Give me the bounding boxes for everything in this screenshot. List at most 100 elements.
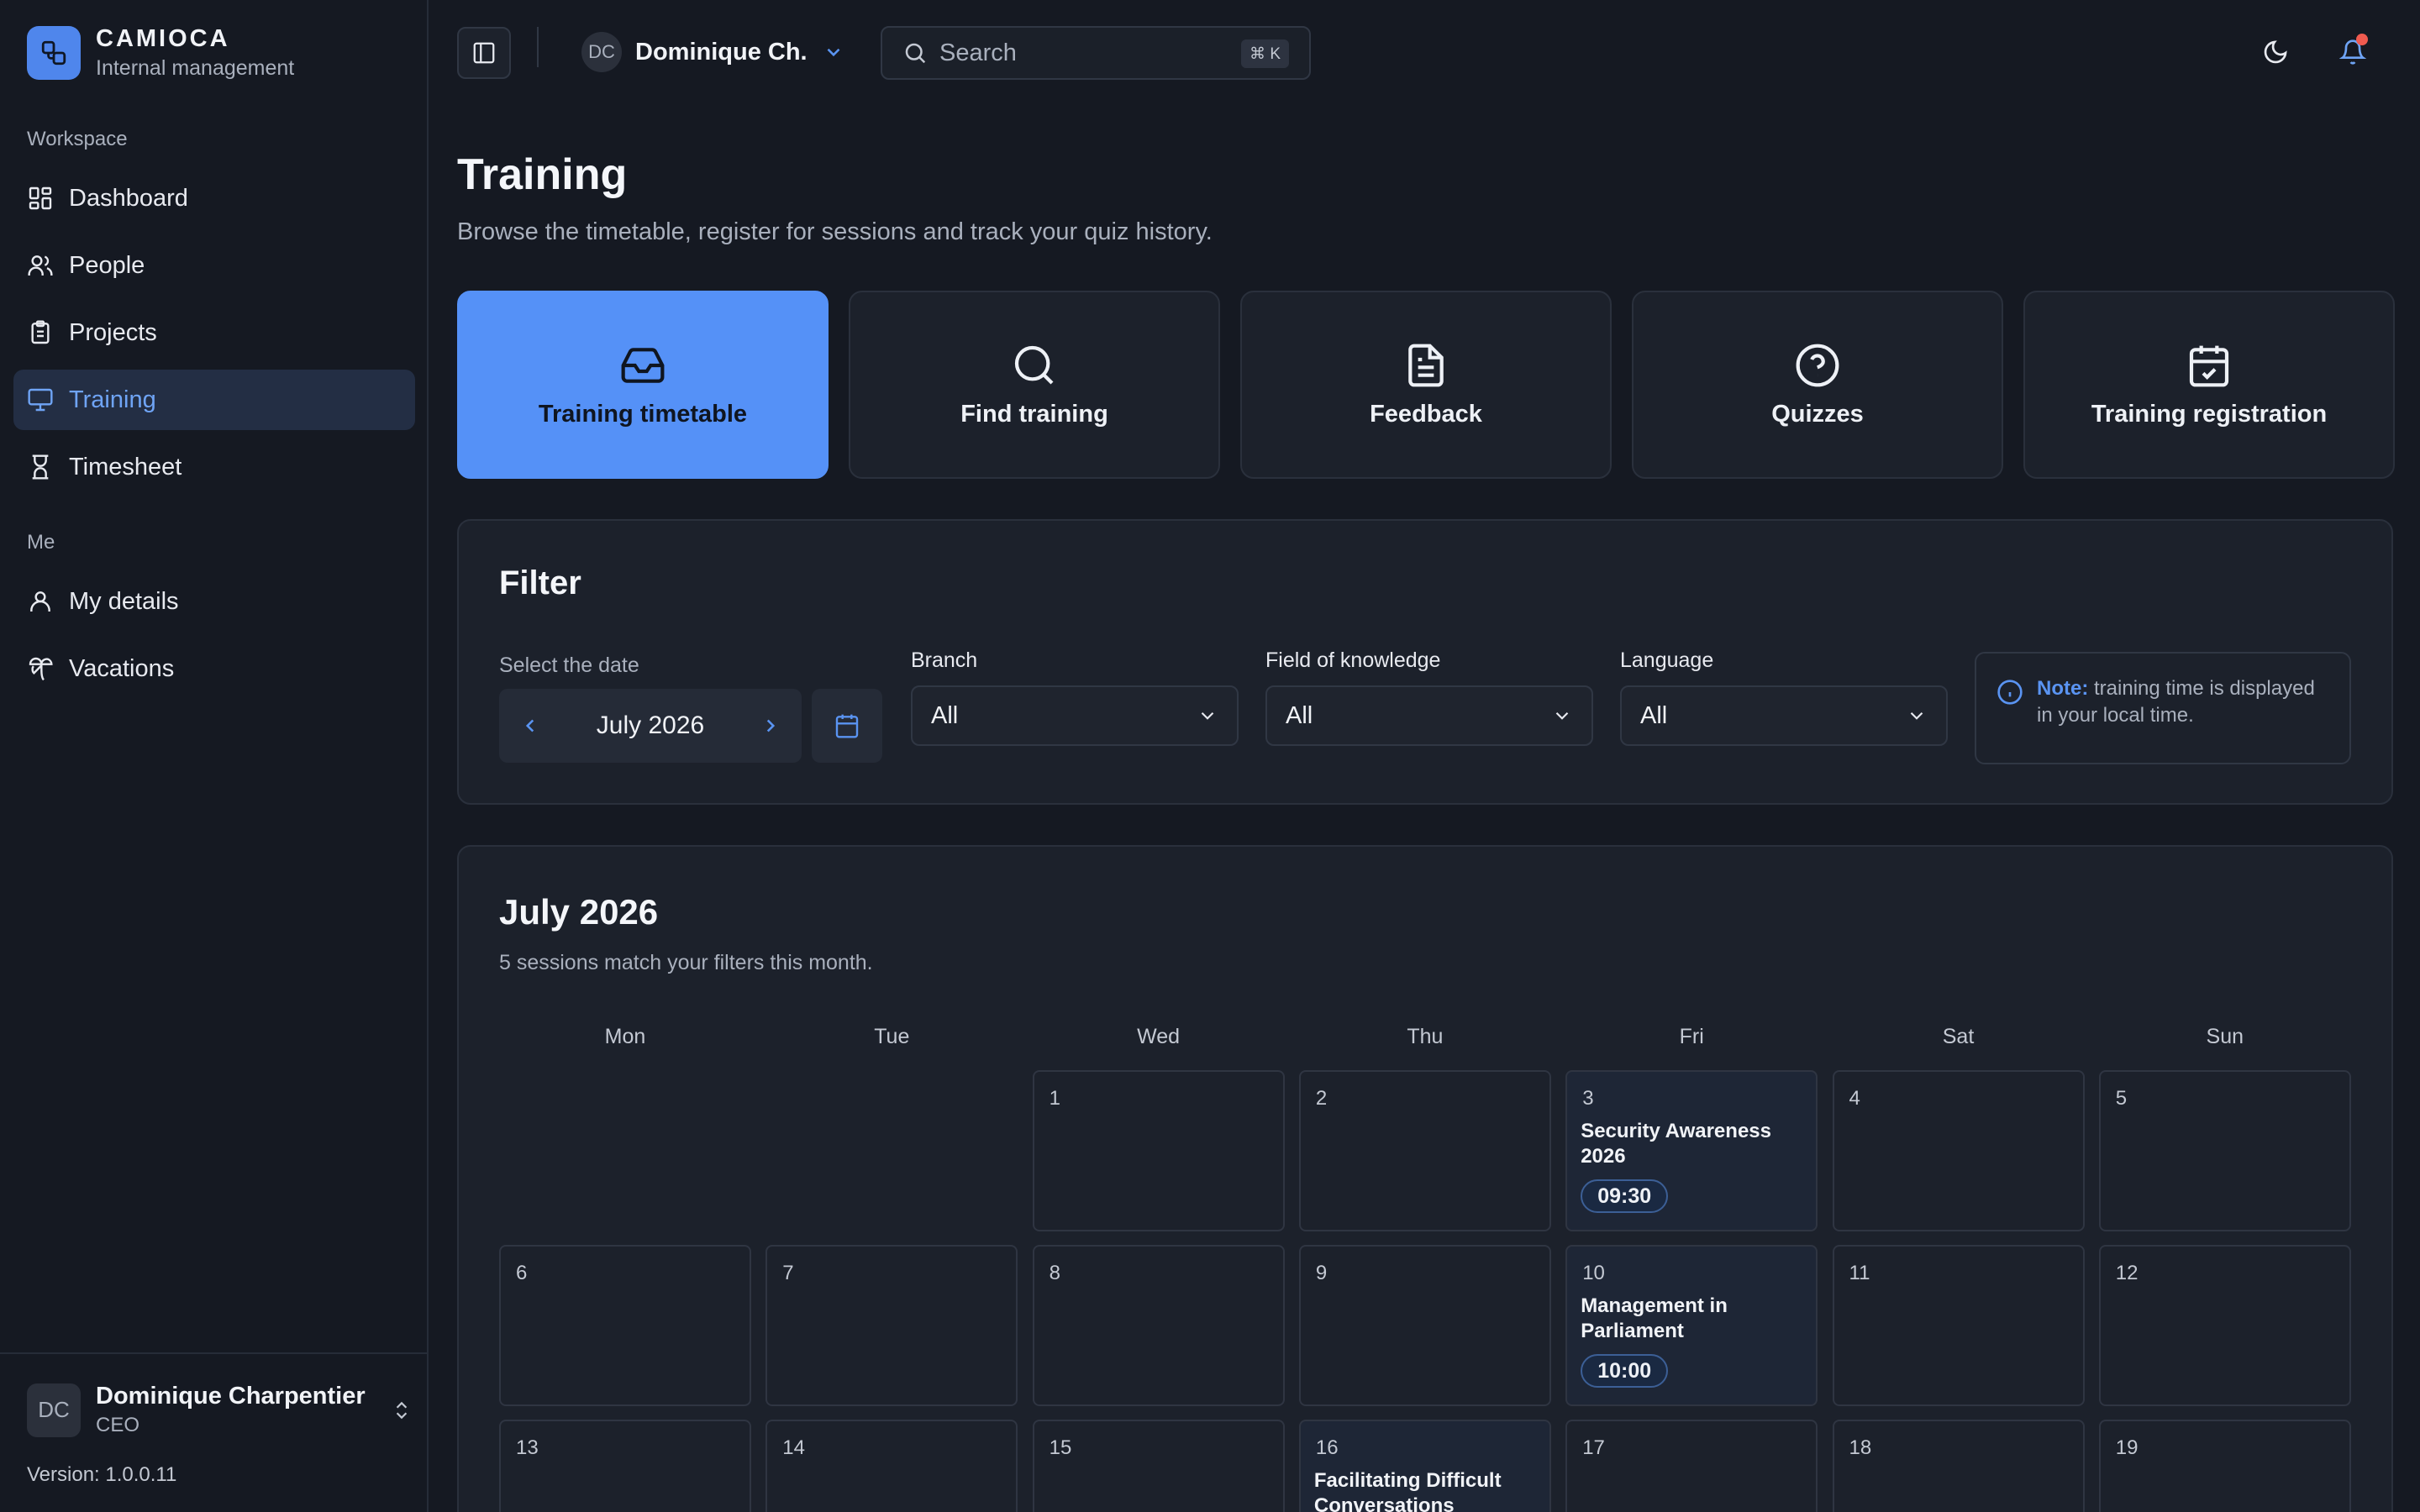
sidebar-item-my-details[interactable]: My details [13,571,415,632]
sidebar-user-card[interactable]: DC Dominique Charpentier CEO [27,1383,413,1437]
brand-name: CAMIOCA [96,25,230,52]
calendar-day[interactable]: 7 [765,1245,1018,1406]
search-input[interactable]: Search ⌘ K [881,26,1311,80]
search-icon [905,43,926,64]
session-title[interactable]: Security Awareness 2026 [1581,1119,1806,1169]
day-number: 7 [782,1262,794,1284]
clipboard-icon [31,320,50,344]
weekday-header: Fri [1679,1025,1704,1048]
calendar-day[interactable]: 11 [1832,1245,2085,1406]
info-icon [1997,680,2023,705]
weekday-header: Wed [1137,1025,1181,1048]
moon-icon [2264,40,2287,64]
calendar-day[interactable]: 8 [1032,1245,1285,1406]
sidebar: CAMIOCA Internal management Workspace Da… [0,0,429,1512]
notifications-button[interactable] [2333,32,2373,72]
toggle-sidebar-button[interactable] [457,27,511,79]
day-number: 11 [1849,1262,1870,1284]
day-number: 18 [1849,1436,1872,1459]
nav-group-me: Me [27,531,55,554]
field-of-knowledge-label: Field of knowledge [1265,648,1441,672]
user-icon [30,591,50,612]
calendar-subtitle: 5 sessions match your filters this month… [499,951,873,974]
calendar-day[interactable]: 1 [1032,1070,1285,1231]
chevron-left-icon[interactable] [519,715,541,737]
calendar-day[interactable]: 19 [2098,1420,2351,1512]
training-tiles: Training timetable Find training Feedbac… [457,291,2395,479]
sidebar-item-label: Projects [69,318,157,346]
tile-find-training[interactable]: Find training [849,291,1220,479]
current-month: July 2026 [596,711,705,739]
calendar-title: July 2026 [499,892,659,932]
calendar-day[interactable]: 9 [1298,1245,1551,1406]
tile-label: Find training [960,400,1108,428]
sidebar-item-projects[interactable]: Projects [13,302,415,363]
branch-select-value: All [931,701,959,729]
user-name: Dominique Charpentier [96,1383,366,1410]
tile-training-timetable[interactable]: Training timetable [457,291,829,479]
weekday-header: Thu [1407,1025,1444,1048]
sidebar-item-timesheet[interactable]: Timesheet [13,437,415,497]
sidebar-item-label: Timesheet [69,453,182,480]
tile-training-registration[interactable]: Training registration [2023,291,2395,479]
user-switcher[interactable]: DC Dominique Ch. [581,32,844,72]
branch-select[interactable]: All [911,685,1239,746]
day-number: 12 [2115,1262,2139,1284]
search-shortcut-badge: ⌘ K [1241,39,1289,68]
language-select-value: All [1640,701,1668,729]
day-number: 9 [1315,1262,1328,1284]
sidebar-item-training[interactable]: Training [13,370,415,430]
tile-feedback[interactable]: Feedback [1240,291,1612,479]
brand-subtitle: Internal management [96,56,295,80]
open-calendar-button[interactable] [812,689,882,763]
calendar-day[interactable]: 4 [1832,1070,2085,1231]
calendar-day[interactable]: 17 [1565,1420,1818,1512]
calendar-day[interactable]: 12 [2098,1245,2351,1406]
tile-quizzes[interactable]: Quizzes [1632,291,2003,479]
brand-logo-icon [27,26,81,80]
calendar-day[interactable]: 6 [499,1245,751,1406]
sidebar-footer-divider [0,1352,427,1354]
calendar-day[interactable]: 2 [1298,1070,1551,1231]
page-subtitle: Browse the timetable, register for sessi… [457,218,1213,245]
sidebar-item-label: People [69,251,145,279]
sidebar-item-people[interactable]: People [13,235,415,296]
inbox-icon [621,347,665,383]
theme-toggle-button[interactable] [2255,32,2296,72]
tile-label: Feedback [1370,400,1482,428]
day-number: 17 [1582,1436,1605,1459]
sidebar-item-label: Vacations [69,654,175,682]
field-of-knowledge-select[interactable]: All [1265,685,1593,746]
search-placeholder: Search [939,39,1017,66]
avatar: DC [27,1383,81,1437]
app-root: CAMIOCA Internal management Workspace Da… [0,0,2420,1512]
session-title[interactable]: Facilitating Difficult Conversations [1314,1468,1539,1512]
calendar-day[interactable]: 5 [2098,1070,2351,1231]
calendar-day[interactable]: 15 [1032,1420,1285,1512]
dashboard-icon [29,186,52,210]
sidebar-item-label: Dashboard [69,184,188,212]
day-number: 4 [1849,1087,1860,1110]
chevron-right-icon[interactable] [760,715,781,737]
language-select[interactable]: All [1620,685,1948,746]
chevron-down-icon [1201,711,1214,720]
sidebar-item-dashboard[interactable]: Dashboard [13,168,415,228]
presentation-icon [28,388,53,412]
calendar-day-with-session[interactable]: 3 Security Awareness 2026 09:30 [1565,1070,1818,1231]
calendar-day-with-session[interactable]: 16 Facilitating Difficult Conversations [1298,1420,1551,1512]
sidebar-panel-icon [473,42,495,64]
calendar-card: July 2026 5 sessions match your filters … [457,845,2393,1512]
calendar-day[interactable]: 13 [499,1420,751,1512]
notification-dot [2356,34,2368,45]
calendar-day[interactable]: 18 [1832,1420,2085,1512]
brand[interactable]: CAMIOCA Internal management [27,25,294,81]
session-title[interactable]: Management in Parliament [1581,1294,1806,1344]
calendar-day-with-session[interactable]: 10 Management in Parliament 10:00 [1565,1245,1818,1406]
calendar-day[interactable]: 14 [765,1420,1018,1512]
note-label: Note: [2037,677,2089,700]
user-role: CEO [96,1414,140,1436]
day-number: 16 [1315,1436,1339,1459]
hourglass-icon [32,454,49,480]
sidebar-item-vacations[interactable]: Vacations [13,638,415,699]
chevron-down-icon [1910,711,1923,720]
